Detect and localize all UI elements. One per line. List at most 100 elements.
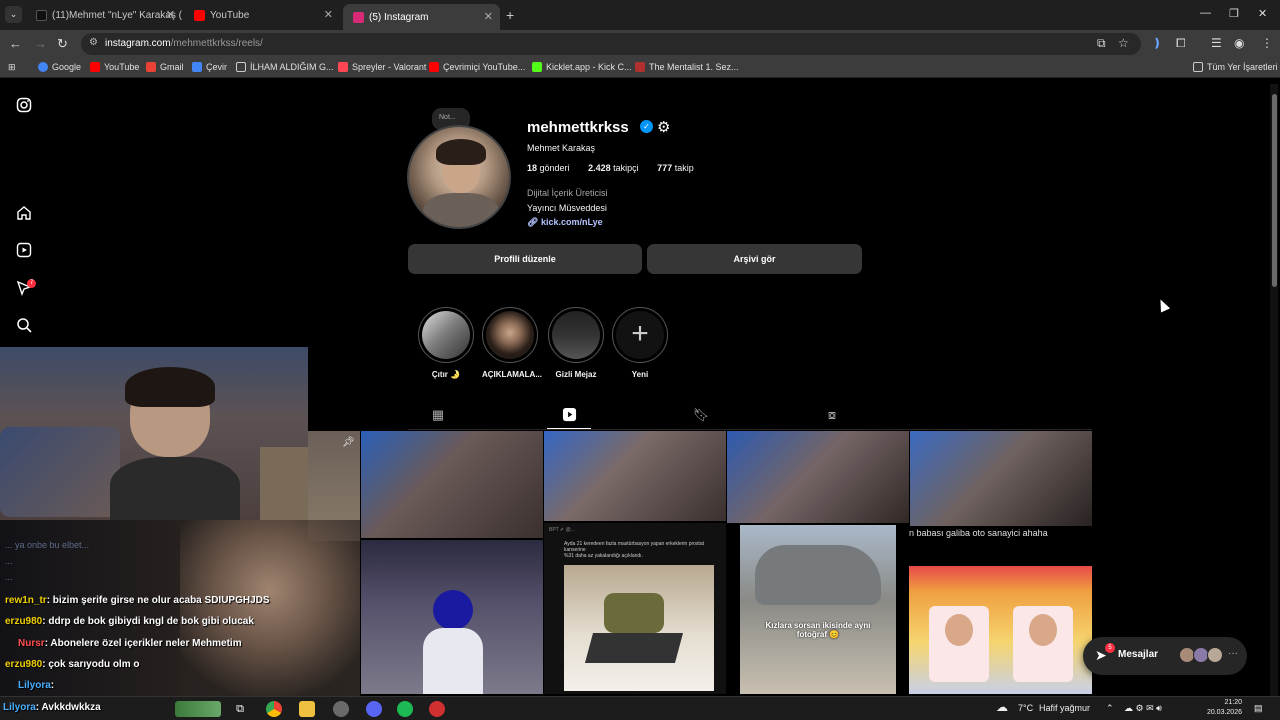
google-icon xyxy=(38,62,48,72)
chrome-taskbar-icon[interactable] xyxy=(266,701,282,717)
close-tab-icon[interactable]: ✕ xyxy=(166,8,175,21)
bookmark-mentalist[interactable]: The Mentalist 1. Sez... xyxy=(635,62,739,72)
posts-grid-tab-icon[interactable]: ▦ xyxy=(428,407,448,423)
bookmark-cevrimici[interactable]: Çevrimiçi YouTube... xyxy=(429,62,525,72)
pinned-icon: 📌︎ xyxy=(342,437,355,448)
chat-message: rew1n_tr: bizim şerife girse ne olur aca… xyxy=(5,595,270,606)
bookmark-google[interactable]: Google xyxy=(38,62,81,72)
profile-avatar-icon[interactable]: ◉ xyxy=(1234,36,1244,50)
tab-kick[interactable]: (11)Mehmet "nLye" Karakaş (@ ✕ xyxy=(26,5,182,26)
search-icon[interactable] xyxy=(15,317,33,335)
stream-chat-overlay: ... ya onbe bu elbet... ... ... rew1n_tr… xyxy=(0,520,360,696)
pinned-app-icon[interactable] xyxy=(175,701,221,717)
instagram-logo-icon[interactable] xyxy=(15,97,33,115)
tagged-tab-icon[interactable]: ⧇ xyxy=(822,407,842,423)
link-icon: 🔗︎ xyxy=(527,217,539,227)
valorant-icon xyxy=(338,62,348,72)
windows-taskbar: Lilyora: Avkkdwkkza ⧉ ☁ 7°C Hafif yağmur… xyxy=(0,696,1280,720)
spotify-icon[interactable] xyxy=(397,701,413,717)
highlight-citir[interactable]: Çıtır 🌛 xyxy=(418,307,474,379)
saved-tab-icon[interactable]: 🔖︎ xyxy=(691,407,711,423)
reel-thumbnail[interactable] xyxy=(361,540,543,694)
tab-instagram[interactable]: (5) Instagram ✕ xyxy=(343,4,500,30)
posts-stat[interactable]: 18 gönderi xyxy=(527,163,578,173)
reel-thumbnail[interactable] xyxy=(544,431,726,521)
bookmarks-bar: ⊞ Google YouTube Gmail Çevir İLHAM ALDIĞ… xyxy=(0,58,1280,78)
tray-icons[interactable]: ☁ ⚙ ✉ 🔊︎ xyxy=(1124,703,1162,714)
weather-temp[interactable]: 7°C xyxy=(1018,703,1033,713)
bookmark-cevir[interactable]: Çevir xyxy=(192,62,227,72)
clock[interactable]: 21:20 20.03.2026 xyxy=(1200,698,1242,718)
close-tab-icon[interactable]: ✕ xyxy=(484,10,493,23)
tiktok-favicon-icon xyxy=(36,10,47,21)
extension-icon[interactable]: ❫ xyxy=(1152,36,1162,50)
back-arrow-icon[interactable]: ← xyxy=(9,36,22,51)
weather-cloud-icon[interactable]: ☁ xyxy=(996,700,1008,714)
bookmark-star-icon[interactable]: ☆ xyxy=(1118,36,1129,50)
avatar xyxy=(1207,647,1223,663)
following-stat[interactable]: 777 takip xyxy=(657,163,702,173)
bookmark-youtube[interactable]: YouTube xyxy=(90,62,139,72)
obs-icon[interactable] xyxy=(429,701,445,717)
bookmark-gmail[interactable]: Gmail xyxy=(146,62,184,72)
bookmark-ilham[interactable]: İLHAM ALDIĞIM G... xyxy=(236,62,334,72)
edit-profile-button[interactable]: Profili düzenle xyxy=(408,244,642,274)
folder-icon xyxy=(236,62,246,72)
messages-dock[interactable]: ➤ 5 Mesajlar ··· xyxy=(1083,637,1247,675)
reel-thumbnail-kids[interactable] xyxy=(909,566,1092,694)
chat-message: erzu980: çok sarıyodu olm o xyxy=(5,659,140,670)
url-text[interactable]: instagram.com/mehmettkrkss/reels/ xyxy=(105,38,263,49)
discord-icon[interactable] xyxy=(366,701,382,717)
tray-chevron-icon[interactable]: ⌃ xyxy=(1106,703,1114,714)
profile-bio: Yayıncı Müsveddesi xyxy=(527,203,607,213)
followers-stat[interactable]: 2.428 takipçi xyxy=(588,163,647,173)
app-taskbar-icon[interactable] xyxy=(333,701,349,717)
profile-username: mehmettkrkss xyxy=(527,119,629,136)
notification-center-icon[interactable]: ▤ xyxy=(1254,703,1263,714)
new-tab-button[interactable]: + xyxy=(506,7,514,23)
tab-search-button[interactable]: ⌄ xyxy=(5,6,22,23)
restore-icon[interactable]: ❐ xyxy=(1229,7,1239,20)
profile-category: Dijital İçerik Üreticisi xyxy=(527,188,608,198)
site-info-icon[interactable]: ⚙ xyxy=(89,37,98,48)
all-bookmarks-folder[interactable]: Tüm Yer İşaretleri xyxy=(1193,62,1278,72)
task-view-icon[interactable]: ⧉ xyxy=(232,701,248,717)
forward-arrow-icon[interactable]: → xyxy=(34,36,47,51)
reel-thumbnail[interactable] xyxy=(361,431,543,538)
address-bar[interactable]: ⚙ instagram.com/mehmettkrkss/reels/ ⧉ ☆ xyxy=(81,33,1141,55)
reels-icon[interactable] xyxy=(15,242,33,260)
reel-thumbnail[interactable] xyxy=(910,431,1092,526)
close-tab-icon[interactable]: ✕ xyxy=(324,8,333,21)
bookmark-spreyler[interactable]: Spreyler - Valorant xyxy=(338,62,426,72)
file-explorer-icon[interactable] xyxy=(299,701,315,717)
more-dots-icon[interactable]: ··· xyxy=(1228,648,1238,659)
minimize-icon[interactable]: — xyxy=(1200,7,1211,19)
apps-grid-icon[interactable]: ⊞ xyxy=(8,62,16,73)
home-icon[interactable] xyxy=(15,205,33,223)
highlight-new[interactable]: + Yeni xyxy=(612,307,668,379)
reels-tab-icon[interactable] xyxy=(559,407,579,425)
reel-thumbnail-car[interactable]: Kızlara sorsan ikisinde aynı fotoğraf 😊 xyxy=(740,525,896,694)
page-scrollbar-thumb[interactable] xyxy=(1272,94,1277,287)
tab-divider xyxy=(408,429,1092,430)
view-archive-button[interactable]: Arşivi gör xyxy=(647,244,862,274)
highlight-gizli-mejaz[interactable]: Gizli Mejaz xyxy=(548,307,604,379)
reel-thumbnail-tweet[interactable]: BPT ✔ @... Ayda 21 keredeen fazla mastür… xyxy=(544,523,726,694)
menu-kebab-icon[interactable]: ⋮ xyxy=(1261,36,1273,50)
profile-avatar[interactable] xyxy=(407,125,511,229)
reel-thumbnail[interactable] xyxy=(727,431,909,523)
notification-badge: 7 xyxy=(27,279,36,288)
bookmark-kicklet[interactable]: Kicklet.app - Kick C... xyxy=(532,62,632,72)
messages-badge: 5 xyxy=(1105,643,1115,653)
highlight-aciklamala[interactable]: AÇIKLAMALA... xyxy=(482,307,542,379)
extensions-puzzle-icon[interactable]: ⧠ xyxy=(1176,36,1186,51)
close-window-icon[interactable]: ✕ xyxy=(1258,7,1267,20)
weather-text[interactable]: Hafif yağmur xyxy=(1039,703,1090,713)
profile-link[interactable]: 🔗︎ kick.com/nLye xyxy=(527,217,603,228)
settings-gear-icon[interactable]: ⚙ xyxy=(657,118,670,136)
browser-tab-bar: ⌄ (11)Mehmet "nLye" Karakaş (@ ✕ YouTube… xyxy=(0,0,1280,30)
reload-icon[interactable]: ↻ xyxy=(57,36,68,52)
tab-youtube[interactable]: YouTube ✕ xyxy=(184,5,340,26)
media-controls-icon[interactable]: ☰ xyxy=(1211,36,1222,50)
install-app-icon[interactable]: ⧉ xyxy=(1097,36,1106,51)
